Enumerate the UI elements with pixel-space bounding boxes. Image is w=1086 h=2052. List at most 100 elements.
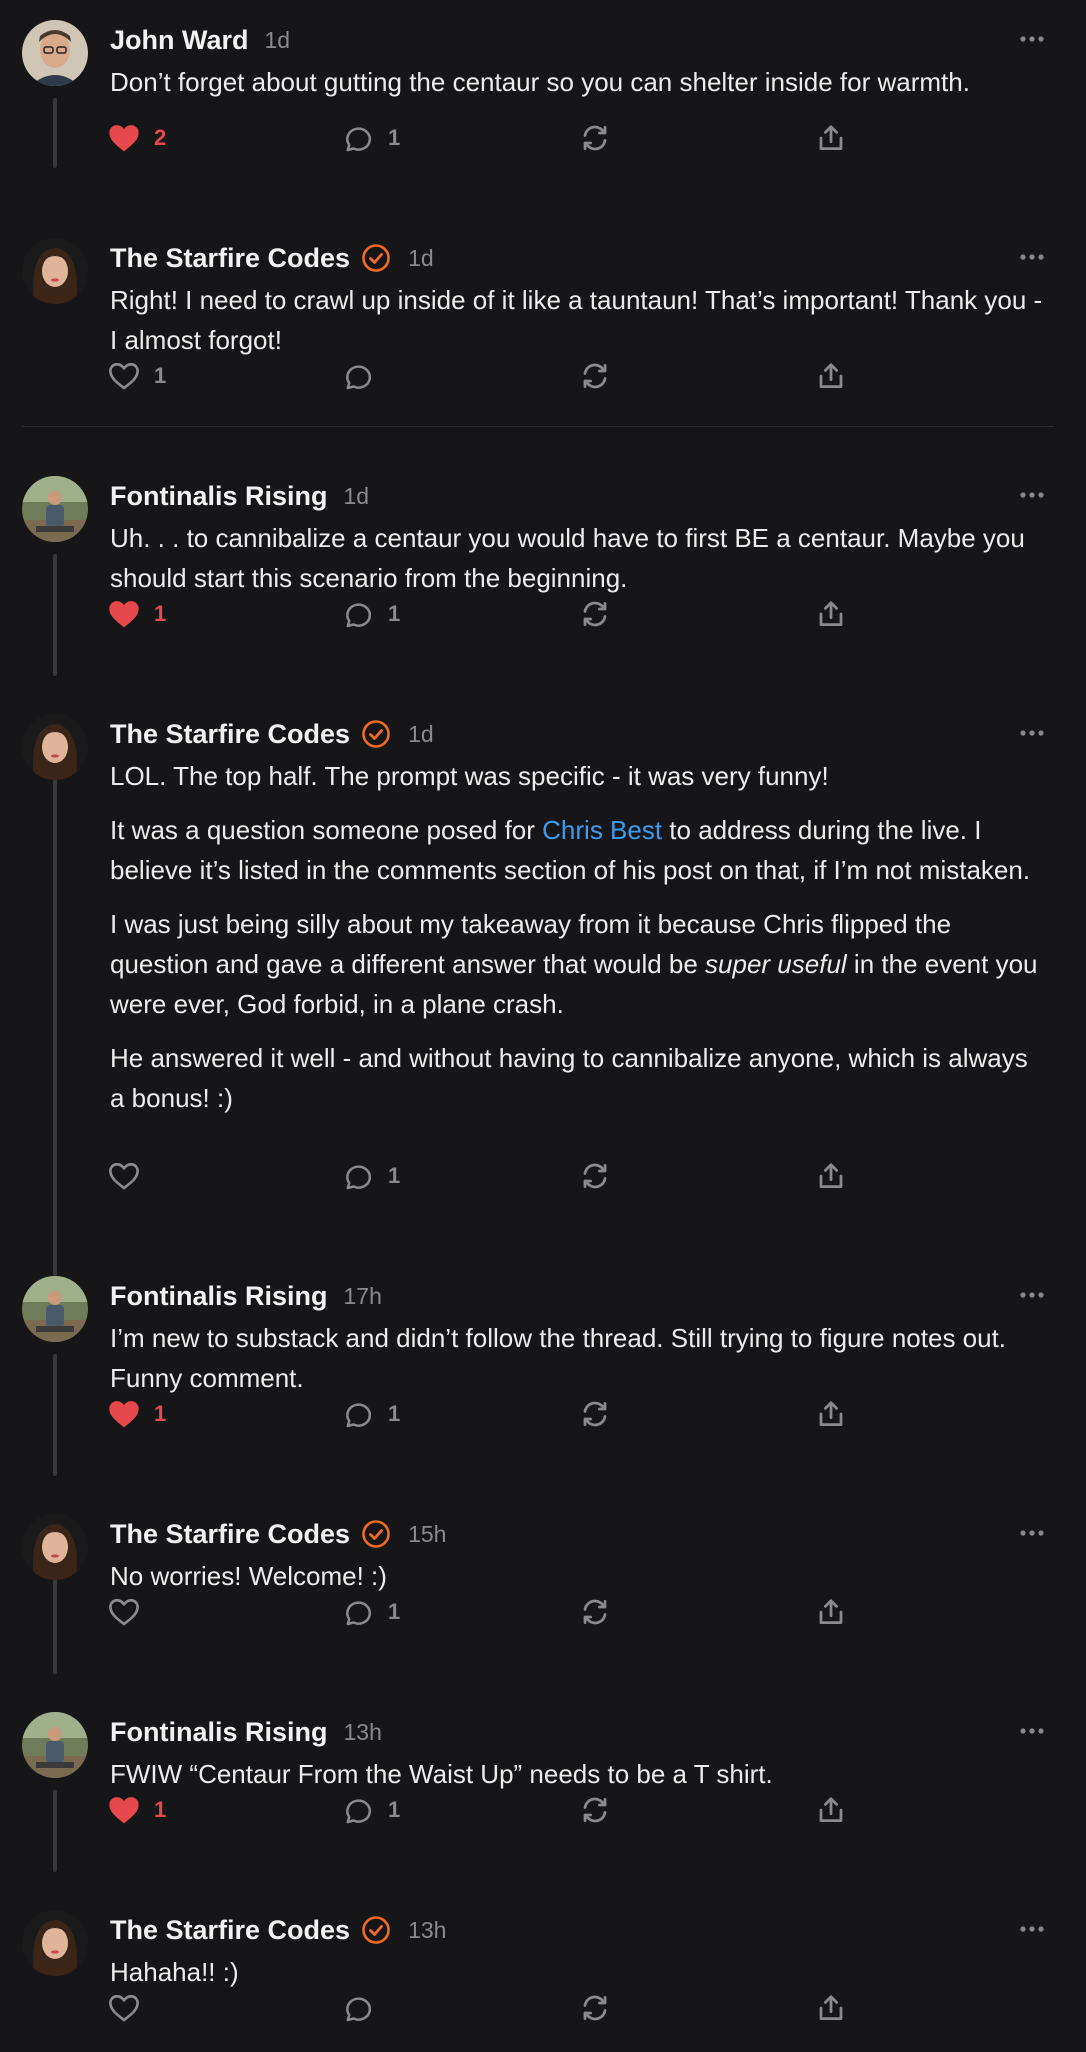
restack-button[interactable] — [580, 1156, 610, 1196]
reply-count: 1 — [388, 1401, 401, 1426]
more-options-button[interactable] — [1012, 1280, 1052, 1310]
reply-button[interactable] — [344, 356, 388, 396]
check-circle-icon — [360, 718, 392, 750]
speech-bubble-icon — [346, 1601, 372, 1626]
share-button[interactable] — [816, 1790, 846, 1830]
heart-icon — [109, 1401, 139, 1428]
share-button[interactable] — [816, 356, 846, 396]
comment-feed: John Ward 1d Don’t forget about gutting … — [0, 0, 1086, 2052]
avatar[interactable] — [22, 476, 88, 542]
author-name[interactable]: The Starfire Codes — [110, 1915, 350, 1946]
like-button[interactable]: 1 — [108, 1790, 166, 1830]
avatar[interactable] — [22, 1514, 88, 1580]
author-name[interactable]: Fontinalis Rising — [110, 1281, 328, 1312]
comment-item: Fontinalis Rising 1d Uh. . . to cannibal… — [0, 456, 1086, 676]
heart-icon — [109, 601, 139, 628]
speech-bubble-icon — [346, 1165, 372, 1190]
refresh-arrows-icon — [583, 1797, 607, 1823]
like-button[interactable]: 1 — [108, 594, 166, 634]
restack-button[interactable] — [580, 1592, 610, 1632]
more-options-button[interactable] — [1012, 1518, 1052, 1548]
ellipsis-icon — [1020, 730, 1044, 736]
comment-item: Fontinalis Rising 13h FWIW “Centaur From… — [0, 1692, 1086, 1872]
mention-link[interactable]: Chris Best — [542, 815, 662, 845]
share-button[interactable] — [816, 594, 846, 634]
avatar[interactable] — [22, 1910, 88, 1976]
share-button[interactable] — [816, 118, 846, 158]
reply-button[interactable]: 1 — [344, 118, 400, 158]
comment-text: FWIW “Centaur From the Waist Up” needs t… — [110, 1759, 773, 1789]
author-name[interactable]: The Starfire Codes — [110, 719, 350, 750]
timestamp: 17h — [343, 1282, 382, 1309]
more-options-button[interactable] — [1012, 718, 1052, 748]
speech-bubble-icon — [346, 1799, 372, 1824]
speech-bubble-icon — [346, 1997, 372, 2022]
more-options-button[interactable] — [1012, 480, 1052, 510]
share-button[interactable] — [816, 1156, 846, 1196]
heart-icon — [109, 1797, 139, 1824]
restack-button[interactable] — [580, 1988, 610, 2028]
reply-button[interactable]: 1 — [344, 594, 400, 634]
author-name[interactable]: Fontinalis Rising — [110, 1717, 328, 1748]
like-button[interactable] — [108, 1988, 154, 2028]
comment-text: Right! I need to crawl up inside of it l… — [110, 285, 1043, 355]
speech-bubble-icon — [346, 603, 372, 628]
reply-button[interactable]: 1 — [344, 1790, 400, 1830]
action-bar: 1 1 — [108, 1394, 958, 1434]
refresh-arrows-icon — [583, 1995, 607, 2021]
avatar[interactable] — [22, 714, 88, 780]
avatar[interactable] — [22, 1712, 88, 1778]
avatar[interactable] — [22, 238, 88, 304]
reply-button[interactable]: 1 — [344, 1394, 400, 1434]
restack-button[interactable] — [580, 118, 610, 158]
restack-button[interactable] — [580, 594, 610, 634]
more-options-button[interactable] — [1012, 1716, 1052, 1746]
more-options-button[interactable] — [1012, 24, 1052, 54]
action-bar: 1 1 — [108, 1790, 958, 1830]
like-count: 2 — [154, 125, 167, 150]
timestamp: 13h — [343, 1718, 382, 1745]
author-name[interactable]: John Ward — [110, 25, 249, 56]
reply-button[interactable]: 1 — [344, 1592, 400, 1632]
comment-text: I’m new to substack and didn’t follow th… — [110, 1323, 1007, 1393]
author-name[interactable]: The Starfire Codes — [110, 243, 350, 274]
timestamp: 1d — [408, 244, 434, 271]
like-button[interactable]: 1 — [108, 356, 166, 396]
timestamp: 1d — [408, 720, 434, 747]
reply-button[interactable] — [344, 1988, 388, 2028]
share-upload-icon — [819, 1163, 843, 1188]
like-button[interactable] — [108, 1592, 154, 1632]
reply-button[interactable]: 1 — [344, 1156, 400, 1196]
comment-text: No worries! Welcome! :) — [110, 1561, 387, 1591]
restack-button[interactable] — [580, 356, 610, 396]
like-count: 1 — [154, 363, 167, 388]
like-button[interactable]: 1 — [108, 1394, 166, 1434]
restack-button[interactable] — [580, 1790, 610, 1830]
share-upload-icon — [819, 1797, 843, 1822]
heart-icon — [109, 1994, 139, 2022]
like-button[interactable] — [108, 1156, 154, 1196]
share-button[interactable] — [816, 1394, 846, 1434]
comment-item: The Starfire Codes 1d LOL. The top half.… — [0, 694, 1086, 1276]
like-button[interactable]: 2 — [108, 118, 166, 158]
share-button[interactable] — [816, 1592, 846, 1632]
more-options-button[interactable] — [1012, 242, 1052, 272]
comment-paragraph: LOL. The top half. The prompt was specif… — [110, 761, 829, 791]
share-upload-icon — [819, 1995, 843, 2020]
like-count: 1 — [154, 601, 167, 626]
share-button[interactable] — [816, 1988, 846, 2028]
more-options-button[interactable] — [1012, 1914, 1052, 1944]
ellipsis-icon — [1020, 1292, 1044, 1298]
timestamp: 1d — [343, 482, 370, 509]
author-name[interactable]: The Starfire Codes — [110, 1519, 350, 1550]
action-bar: 1 — [108, 1592, 958, 1632]
author-name[interactable]: Fontinalis Rising — [110, 481, 328, 512]
reply-count: 1 — [388, 125, 401, 150]
restack-button[interactable] — [580, 1394, 610, 1434]
thread-divider — [22, 426, 1054, 427]
thread-line — [53, 1790, 57, 1872]
avatar[interactable] — [22, 20, 88, 86]
avatar[interactable] — [22, 1276, 88, 1342]
speech-bubble-icon — [346, 365, 372, 390]
share-upload-icon — [819, 1401, 843, 1426]
